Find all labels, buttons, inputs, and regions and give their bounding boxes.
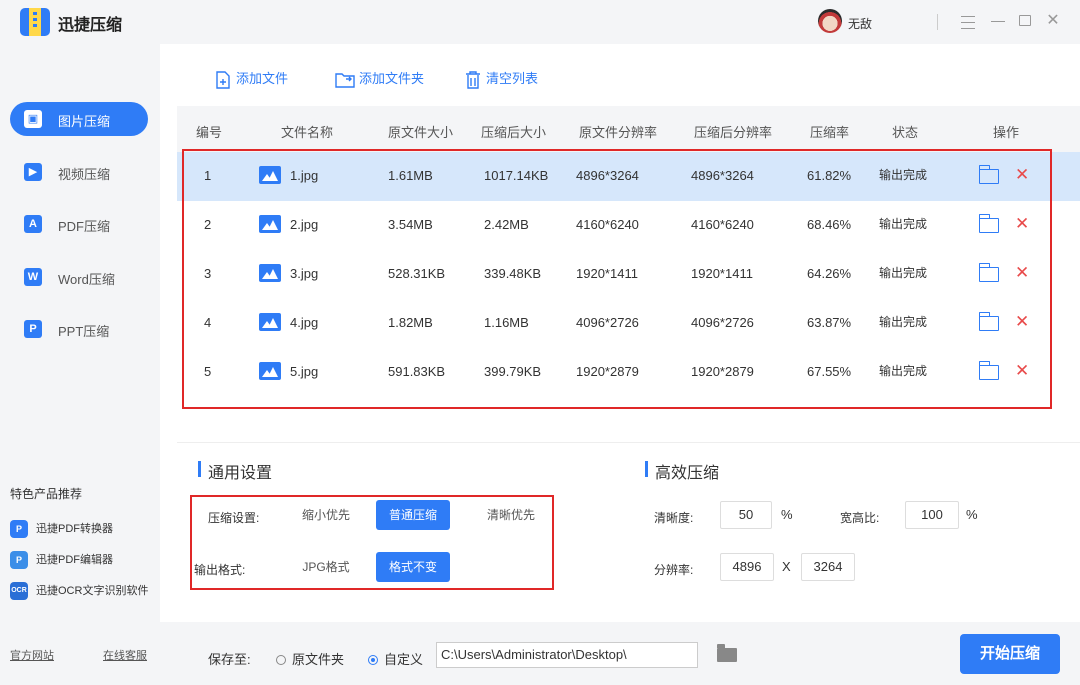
pdf-converter-icon: P: [10, 520, 28, 539]
promo-item-pdf-converter[interactable]: P 迅捷PDF转换器: [10, 520, 113, 539]
col-header-orig-res: 原文件分辨率: [579, 125, 658, 140]
resolution-width-input[interactable]: 4896: [720, 553, 774, 581]
app-title: 迅捷压缩: [58, 17, 123, 34]
file-table: 编号 文件名称 原文件大小 压缩后大小 原文件分辨率 压缩后分辨率 压缩率 状态…: [177, 106, 1080, 380]
aspect-ratio-unit: %: [966, 507, 978, 522]
title-bar-divider: [937, 14, 938, 30]
maximize-icon[interactable]: [1015, 11, 1035, 31]
add-folder-button[interactable]: 添加文件夹: [335, 68, 424, 89]
pdf-editor-icon: P: [10, 551, 28, 570]
online-support-link[interactable]: 在线客服: [103, 647, 147, 663]
sidebar-item-label: 视频压缩: [58, 167, 111, 182]
radio-dot: [276, 655, 286, 665]
add-file-button[interactable]: 添加文件: [214, 68, 288, 89]
add-folder-label: 添加文件夹: [359, 71, 425, 86]
promo-item-ocr[interactable]: OCR 迅捷OCR文字识别软件: [10, 582, 149, 601]
user-avatar[interactable]: [818, 9, 842, 33]
promo-item-pdf-editor[interactable]: P 迅捷PDF编辑器: [10, 551, 113, 570]
trash-icon: [466, 70, 480, 89]
ocr-icon: OCR: [10, 582, 28, 601]
aspect-ratio-input[interactable]: 100: [905, 501, 959, 529]
sidebar-item-label: PPT压缩: [58, 324, 110, 339]
official-website-link[interactable]: 官方网站: [10, 647, 54, 663]
sidebar-item-label: 图片压缩: [58, 114, 111, 129]
promo-title: 特色产品推荐: [10, 487, 83, 501]
col-header-status: 状态: [892, 125, 919, 140]
annotation-box-settings: [190, 495, 554, 590]
sidebar-item-video-compress[interactable]: ▶ 视频压缩: [10, 155, 148, 189]
add-file-label: 添加文件: [236, 71, 289, 86]
close-icon[interactable]: ✕: [1043, 11, 1063, 31]
image-icon: ▣: [24, 110, 42, 128]
word-icon: W: [24, 268, 42, 286]
main-panel: 添加文件 添加文件夹 清空列表 编号 文件名称 原文件大小 压缩后大小 原文件分…: [160, 44, 1080, 685]
radio-label: 原文件夹: [292, 652, 345, 667]
menu-icon[interactable]: [958, 11, 978, 31]
sidebar-item-pdf-compress[interactable]: A PDF压缩: [10, 207, 148, 241]
aspect-ratio-label: 宽高比:: [840, 511, 880, 525]
resolution-height-input[interactable]: 3264: [801, 553, 855, 581]
sidebar-item-ppt-compress[interactable]: P PPT压缩: [10, 312, 148, 346]
clarity-unit: %: [781, 507, 793, 522]
sidebar-item-word-compress[interactable]: W Word压缩: [10, 260, 148, 294]
efficient-compress-title: 高效压缩: [645, 459, 719, 483]
promo-label: 迅捷OCR文字识别软件: [36, 585, 149, 597]
sidebar-item-label: Word压缩: [58, 272, 115, 287]
promo-label: 迅捷PDF编辑器: [36, 554, 113, 566]
resolution-label: 分辨率:: [654, 563, 694, 577]
col-header-name: 文件名称: [281, 125, 334, 140]
radio-label: 自定义: [384, 652, 424, 667]
clear-list-button[interactable]: 清空列表: [464, 68, 538, 89]
save-path-input[interactable]: C:\Users\Administrator\Desktop\: [436, 642, 698, 668]
start-compress-button[interactable]: 开始压缩: [960, 634, 1060, 674]
app-logo-icon: [20, 8, 50, 36]
table-header: 编号 文件名称 原文件大小 压缩后大小 原文件分辨率 压缩后分辨率 压缩率 状态…: [177, 106, 1080, 152]
clarity-input[interactable]: 50: [720, 501, 772, 529]
video-icon: ▶: [24, 163, 42, 181]
general-settings-title: 通用设置: [198, 459, 272, 483]
col-header-no: 编号: [196, 125, 223, 140]
user-name[interactable]: 无敌: [848, 15, 872, 32]
col-header-comp-size: 压缩后大小: [481, 125, 547, 140]
add-file-icon: [216, 70, 230, 89]
save-to-label: 保存至:: [208, 652, 251, 667]
radio-custom-folder[interactable]: 自定义: [368, 649, 423, 668]
browse-folder-icon[interactable]: [717, 644, 737, 662]
clear-list-label: 清空列表: [486, 71, 539, 86]
radio-original-folder[interactable]: 原文件夹: [276, 649, 344, 668]
sidebar: ▣ 图片压缩 ▶ 视频压缩 A PDF压缩 W Word压缩 P PPT压缩 特…: [0, 44, 160, 685]
col-header-actions: 操作: [993, 125, 1020, 140]
minimize-icon[interactable]: [988, 11, 1008, 31]
ppt-icon: P: [24, 320, 42, 338]
resolution-separator: X: [782, 559, 791, 574]
bottom-bar: 保存至: 原文件夹 自定义 C:\Users\Administrator\Des…: [160, 622, 1080, 685]
title-bar: 迅捷压缩 无敌 ✕: [0, 0, 1080, 44]
promo-label: 迅捷PDF转换器: [36, 523, 113, 535]
annotation-box-table: [182, 149, 1052, 409]
add-folder-icon: [335, 72, 355, 88]
sidebar-item-label: PDF压缩: [58, 219, 111, 234]
pdf-icon: A: [24, 215, 42, 233]
col-header-rate: 压缩率: [810, 125, 850, 140]
col-header-orig-size: 原文件大小: [388, 125, 454, 140]
sidebar-item-image-compress[interactable]: ▣ 图片压缩: [10, 102, 148, 136]
col-header-comp-res: 压缩后分辨率: [694, 125, 773, 140]
clarity-label: 清晰度:: [654, 511, 694, 525]
radio-dot: [368, 655, 378, 665]
